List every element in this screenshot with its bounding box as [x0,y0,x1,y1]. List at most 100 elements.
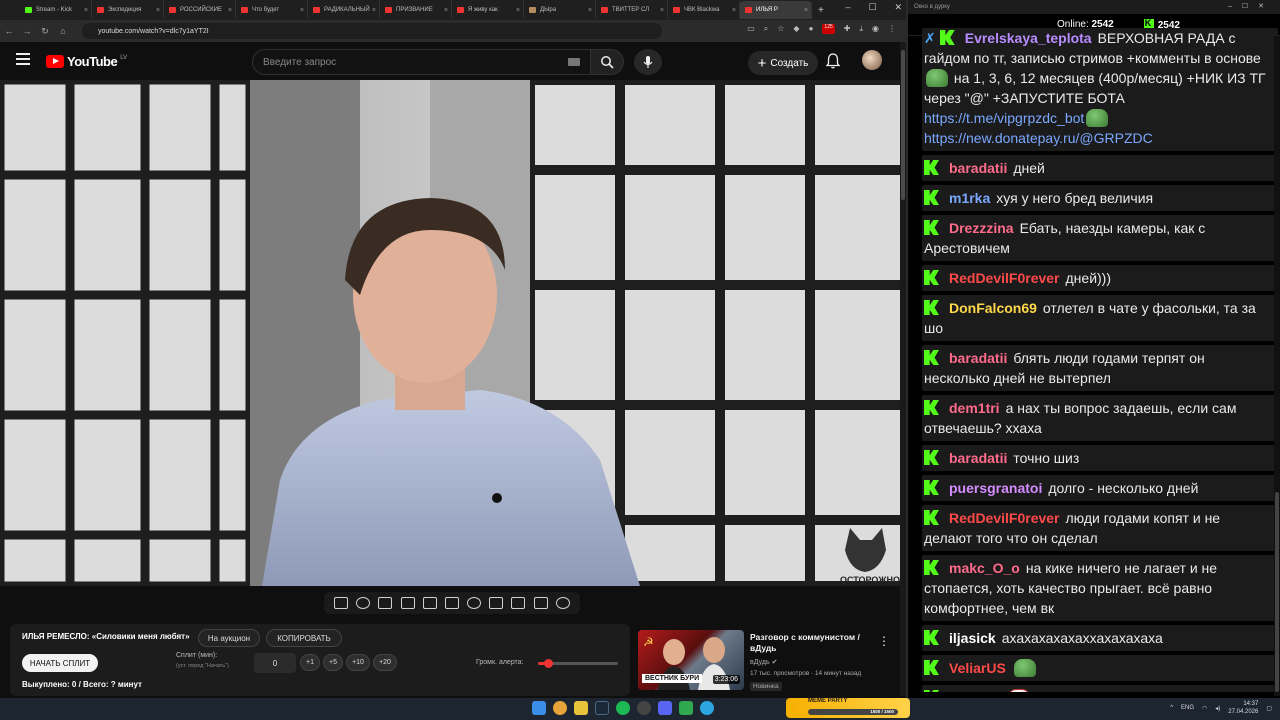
maximize-icon[interactable]: ☐ [868,2,876,13]
start-split-button[interactable]: НАЧАТЬ СПЛИТ [22,654,98,672]
more-options-icon[interactable]: ⋮ [878,634,890,648]
add-image-icon[interactable] [489,597,504,609]
close-tab-icon[interactable]: × [804,7,808,14]
slides-icon[interactable] [444,597,459,609]
profile-icon[interactable]: ◉ [872,24,879,34]
back-icon[interactable]: ← [0,26,18,36]
browser-tab[interactable]: ТВИТТЕР СЛ × [596,1,668,19]
volume-icon[interactable]: ◂) [1215,705,1220,712]
video-player[interactable]: ОСТОРОЖНО [0,80,900,586]
browser-tab[interactable]: Экспедиция × [92,1,164,19]
chat-nick[interactable]: dem1tri [949,400,1000,416]
folder-icon[interactable] [574,701,588,715]
menu-dots-icon[interactable]: ⋮ [888,24,896,34]
tray-chevron-icon[interactable]: ^ [1170,705,1173,711]
new-tab-button[interactable]: + [818,5,824,16]
chat-nick[interactable]: baradatii [949,160,1007,176]
bookmark-star-icon[interactable]: ☆ [777,24,784,34]
obs-icon[interactable] [637,701,651,715]
zoom-icon[interactable]: ⌕ [764,24,768,34]
scrollbar-thumb[interactable] [901,50,905,200]
search-button[interactable] [590,49,624,75]
hamburger-menu-icon[interactable] [16,53,30,65]
recommended-video[interactable]: ☭ ВЕСТНИК БУРИ 3:23:06 Разговор с коммун… [638,630,900,694]
chat-nick[interactable]: baradatii [949,450,1007,466]
extension-icon[interactable]: ◆ [793,24,799,34]
wifi-icon[interactable]: ◠ [1202,705,1207,712]
reload-icon[interactable]: ↻ [36,26,54,37]
channel-name[interactable]: вДудь ✔ [750,658,777,666]
close-tab-icon[interactable]: × [156,7,160,14]
close-tab-icon[interactable]: × [372,7,376,14]
meme-party-widget[interactable]: MEME PARTY 1500 / 1500 [786,698,910,718]
windows-start-icon[interactable] [532,701,546,715]
broadcast-icon[interactable] [356,597,371,609]
browser-tab[interactable]: Что будет × [236,1,308,19]
browser-tab[interactable]: РАДИКАЛЬНЫЙ × [308,1,380,19]
recommended-title[interactable]: Разговор с коммунистом / вДудь [750,632,868,654]
film-icon[interactable] [400,597,415,609]
browser-tab[interactable]: Я живу как × [452,1,524,19]
browser-tab[interactable]: ДЫра × [524,1,596,19]
chat-nick[interactable]: makc_O_o [949,560,1020,576]
volume-knob[interactable] [543,659,553,668]
chrome-icon[interactable] [553,701,567,715]
extension-icon[interactable]: ● [809,24,814,34]
browser-tab[interactable]: ЧВК Blackwa × [668,1,740,19]
chat-nick[interactable]: VeliarUS [949,660,1006,676]
close-tab-icon[interactable]: × [588,7,592,14]
browser-tab-active[interactable]: ИЛЬЯ Р × [740,1,812,19]
close-window-icon[interactable]: ✕ [894,2,902,13]
video-thumbnail[interactable]: ☭ ВЕСТНИК БУРИ 3:23:06 [638,630,744,690]
browser-tab[interactable]: Stream - Kick × [20,1,92,19]
chat-nick[interactable]: Drezzzina [949,220,1014,236]
create-button[interactable]: + Создать [748,51,818,75]
download-icon[interactable]: ⤓ [859,24,863,34]
steam-icon[interactable] [595,701,609,715]
increment-button[interactable]: +5 [323,654,343,671]
minimize-icon[interactable]: – [845,2,850,13]
cast-icon[interactable]: ▭ [747,24,755,34]
puzzle-icon[interactable]: ✚ [844,24,851,34]
chat-scrollbar[interactable] [1274,36,1280,696]
chat-nick[interactable]: m1rka [949,190,990,206]
chat-nick[interactable]: Evrelskaya_teplota [965,30,1092,46]
extension-badge[interactable]: 125 [822,24,835,34]
flask-icon[interactable] [533,597,548,609]
chat-nick[interactable]: RedDevilF0rever [949,510,1060,526]
donatepay-link[interactable]: https://new.donatepay.ru/@GRPZDC [924,130,1153,146]
voice-search-button[interactable] [634,49,662,75]
close-tab-icon[interactable]: × [444,7,448,14]
chat-window-controls[interactable]: –☐✕ [1228,0,1274,14]
telegram-bot-link[interactable]: https://t.me/vipgrpzdc_bot [924,110,1084,126]
chat-nick[interactable]: puersgranatoi [949,480,1042,496]
watch-later-icon[interactable] [378,597,393,609]
close-tab-icon[interactable]: × [300,7,304,14]
chat-scrollbar-thumb[interactable] [1275,492,1279,692]
chat-nick[interactable]: baradatii [949,350,1007,366]
copy-button[interactable]: КОПИРОВАТЬ [266,629,342,647]
home-icon[interactable]: ⌂ [54,26,72,36]
youtube-logo[interactable]: YouTube LV [46,54,127,69]
browser-tab[interactable]: РОССИЙСКИЕ × [164,1,236,19]
browser-tab[interactable]: ПРИЗВАНИЕ × [380,1,452,19]
increment-button[interactable]: +1 [300,654,320,671]
chat-nick[interactable]: RedDevilF0rever [949,270,1060,286]
settings-gear-icon[interactable] [555,597,570,609]
language-indicator[interactable]: ENG [1181,705,1194,711]
spotify-icon[interactable] [616,701,630,715]
keyboard-icon[interactable] [568,58,580,66]
split-minutes-input[interactable]: 0 [254,653,296,673]
speed-icon[interactable] [467,597,482,609]
chat-nick[interactable]: DonFalcon69 [949,300,1037,316]
alert-volume-slider[interactable] [538,659,618,668]
chat-nick[interactable]: iljasick [949,630,996,646]
pip-icon[interactable] [422,597,437,609]
auction-button[interactable]: На аукцион [198,629,260,647]
close-tab-icon[interactable]: × [84,7,88,14]
notifications-icon[interactable]: ▢ [1266,705,1272,712]
close-tab-icon[interactable]: × [516,7,520,14]
close-tab-icon[interactable]: × [660,7,664,14]
chat-nick[interactable]: dem1tri [949,690,1000,692]
search-input[interactable]: Введите запрос [252,49,591,75]
